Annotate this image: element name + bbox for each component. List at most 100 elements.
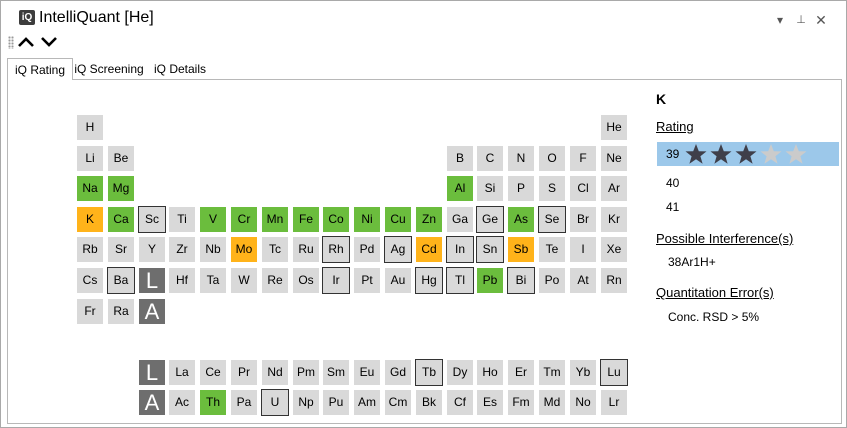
element-sm[interactable]: Sm bbox=[322, 359, 350, 386]
element-er[interactable]: Er bbox=[507, 359, 535, 386]
element-nd[interactable]: Nd bbox=[261, 359, 289, 386]
element-gd[interactable]: Gd bbox=[384, 359, 412, 386]
element-o[interactable]: O bbox=[538, 145, 566, 172]
previous-arrow-icon[interactable] bbox=[17, 35, 35, 49]
element-ge[interactable]: Ge bbox=[476, 206, 504, 233]
element-at[interactable]: At bbox=[569, 267, 597, 294]
element-au[interactable]: Au bbox=[384, 267, 412, 294]
element-te[interactable]: Te bbox=[538, 236, 566, 263]
element-li[interactable]: Li bbox=[76, 145, 104, 172]
close-icon[interactable]: ✕ bbox=[814, 13, 828, 27]
element-fe[interactable]: Fe bbox=[292, 206, 320, 233]
element-si[interactable]: Si bbox=[476, 175, 504, 202]
tab-iq-screening[interactable]: iQ Screening bbox=[71, 58, 147, 79]
element-h[interactable]: H bbox=[76, 114, 104, 141]
element-cs[interactable]: Cs bbox=[76, 267, 104, 294]
element-u[interactable]: U bbox=[261, 389, 289, 416]
element-la[interactable]: La bbox=[168, 359, 196, 386]
element-sn[interactable]: Sn bbox=[476, 236, 504, 263]
element-s[interactable]: S bbox=[538, 175, 566, 202]
element-cu[interactable]: Cu bbox=[384, 206, 412, 233]
element-l[interactable]: L bbox=[138, 359, 166, 386]
element-ga[interactable]: Ga bbox=[446, 206, 474, 233]
tab-iq-rating[interactable]: iQ Rating bbox=[7, 58, 73, 80]
element-pa[interactable]: Pa bbox=[230, 389, 258, 416]
rating-row-40[interactable]: 40 bbox=[657, 171, 839, 195]
element-lr[interactable]: Lr bbox=[600, 389, 628, 416]
rating-row-41[interactable]: 41 bbox=[657, 195, 839, 219]
element-sb[interactable]: Sb bbox=[507, 236, 535, 263]
element-se[interactable]: Se bbox=[538, 206, 566, 233]
element-kr[interactable]: Kr bbox=[600, 206, 628, 233]
element-ir[interactable]: Ir bbox=[322, 267, 350, 294]
element-tl[interactable]: Tl bbox=[446, 267, 474, 294]
element-as[interactable]: As bbox=[507, 206, 535, 233]
element-w[interactable]: W bbox=[230, 267, 258, 294]
element-sr[interactable]: Sr bbox=[107, 236, 135, 263]
element-tc[interactable]: Tc bbox=[261, 236, 289, 263]
element-l[interactable]: L bbox=[138, 267, 166, 294]
element-no[interactable]: No bbox=[569, 389, 597, 416]
element-np[interactable]: Np bbox=[292, 389, 320, 416]
element-ra[interactable]: Ra bbox=[107, 298, 135, 325]
element-na[interactable]: Na bbox=[76, 175, 104, 202]
element-k[interactable]: K bbox=[76, 206, 104, 233]
element-n[interactable]: N bbox=[507, 145, 535, 172]
element-zn[interactable]: Zn bbox=[415, 206, 443, 233]
element-ac[interactable]: Ac bbox=[168, 389, 196, 416]
element-ti[interactable]: Ti bbox=[168, 206, 196, 233]
element-rn[interactable]: Rn bbox=[600, 267, 628, 294]
element-rb[interactable]: Rb bbox=[76, 236, 104, 263]
element-in[interactable]: In bbox=[446, 236, 474, 263]
element-ru[interactable]: Ru bbox=[292, 236, 320, 263]
window-menu-icon[interactable]: ▾ bbox=[773, 13, 787, 27]
element-cl[interactable]: Cl bbox=[569, 175, 597, 202]
element-pd[interactable]: Pd bbox=[353, 236, 381, 263]
element-be[interactable]: Be bbox=[107, 145, 135, 172]
rating-row-39[interactable]: 39 bbox=[657, 142, 839, 166]
element-pu[interactable]: Pu bbox=[322, 389, 350, 416]
element-a[interactable]: A bbox=[138, 298, 166, 325]
element-bk[interactable]: Bk bbox=[415, 389, 443, 416]
element-ar[interactable]: Ar bbox=[600, 175, 628, 202]
element-c[interactable]: C bbox=[476, 145, 504, 172]
element-ho[interactable]: Ho bbox=[476, 359, 504, 386]
element-fr[interactable]: Fr bbox=[76, 298, 104, 325]
element-cm[interactable]: Cm bbox=[384, 389, 412, 416]
tab-iq-details[interactable]: iQ Details bbox=[150, 58, 210, 79]
element-lu[interactable]: Lu bbox=[600, 359, 628, 386]
element-zr[interactable]: Zr bbox=[168, 236, 196, 263]
element-dy[interactable]: Dy bbox=[446, 359, 474, 386]
element-es[interactable]: Es bbox=[476, 389, 504, 416]
element-al[interactable]: Al bbox=[446, 175, 474, 202]
element-yb[interactable]: Yb bbox=[569, 359, 597, 386]
element-he[interactable]: He bbox=[600, 114, 628, 141]
element-ce[interactable]: Ce bbox=[199, 359, 227, 386]
element-pr[interactable]: Pr bbox=[230, 359, 258, 386]
element-hg[interactable]: Hg bbox=[415, 267, 443, 294]
pin-icon[interactable]: ⊥ bbox=[794, 13, 808, 27]
element-ca[interactable]: Ca bbox=[107, 206, 135, 233]
element-fm[interactable]: Fm bbox=[507, 389, 535, 416]
element-th[interactable]: Th bbox=[199, 389, 227, 416]
element-cd[interactable]: Cd bbox=[415, 236, 443, 263]
element-f[interactable]: F bbox=[569, 145, 597, 172]
element-br[interactable]: Br bbox=[569, 206, 597, 233]
element-md[interactable]: Md bbox=[538, 389, 566, 416]
element-bi[interactable]: Bi bbox=[507, 267, 535, 294]
element-mn[interactable]: Mn bbox=[261, 206, 289, 233]
element-mo[interactable]: Mo bbox=[230, 236, 258, 263]
element-mg[interactable]: Mg bbox=[107, 175, 135, 202]
element-cr[interactable]: Cr bbox=[230, 206, 258, 233]
element-p[interactable]: P bbox=[507, 175, 535, 202]
element-os[interactable]: Os bbox=[292, 267, 320, 294]
next-arrow-icon[interactable] bbox=[40, 35, 58, 49]
element-am[interactable]: Am bbox=[353, 389, 381, 416]
element-ni[interactable]: Ni bbox=[353, 206, 381, 233]
element-ne[interactable]: Ne bbox=[600, 145, 628, 172]
element-sc[interactable]: Sc bbox=[138, 206, 166, 233]
element-y[interactable]: Y bbox=[138, 236, 166, 263]
element-ta[interactable]: Ta bbox=[199, 267, 227, 294]
element-xe[interactable]: Xe bbox=[600, 236, 628, 263]
element-cf[interactable]: Cf bbox=[446, 389, 474, 416]
